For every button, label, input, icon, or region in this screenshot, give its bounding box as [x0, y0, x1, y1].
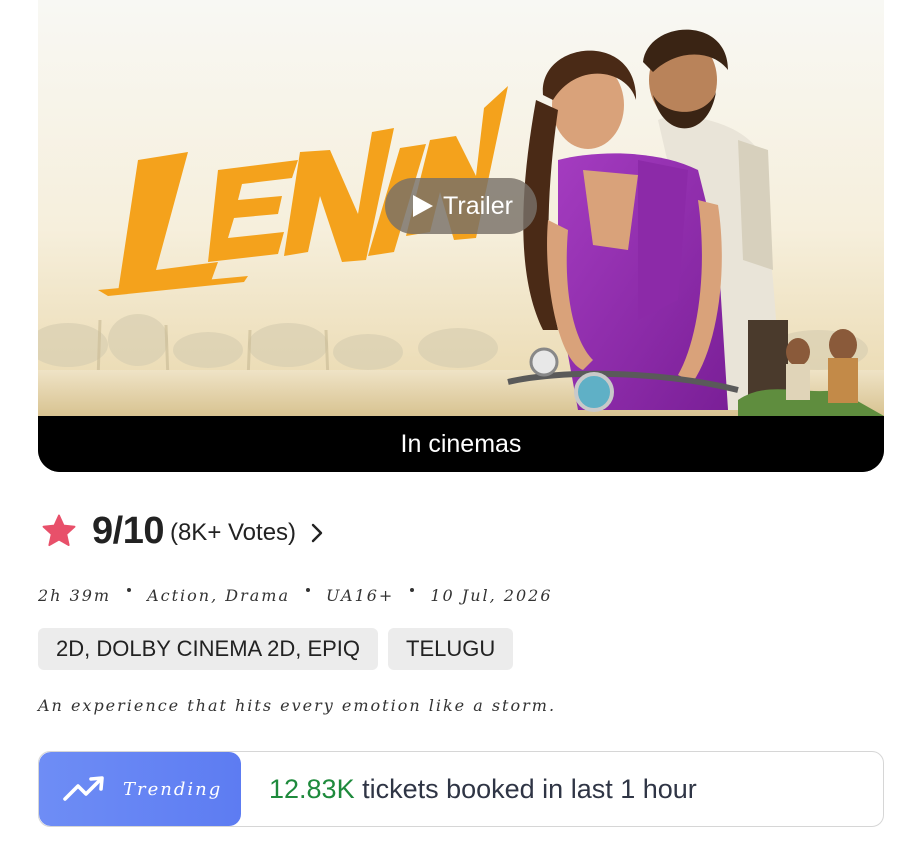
- trending-text: 12.83K tickets booked in last 1 hour: [269, 774, 697, 805]
- movie-details-page: Trailer In cinemas 9/10 (8K+ Votes) 2h 3…: [0, 0, 922, 850]
- genres: Action, Drama: [147, 585, 291, 605]
- rating-row[interactable]: 9/10 (8K+ Votes): [40, 505, 324, 557]
- play-icon: [413, 195, 434, 217]
- tagline: An experience that hits every emotion li…: [38, 696, 557, 715]
- trailer-label: Trailer: [443, 191, 513, 220]
- star-icon: [42, 514, 76, 547]
- separator-dot: [410, 588, 415, 592]
- tickets-count: 12.83K: [269, 773, 355, 804]
- movie-poster-card: Trailer In cinemas: [38, 0, 884, 472]
- poster-image[interactable]: Trailer: [38, 0, 884, 416]
- format-language-chips: 2D, DOLBY CINEMA 2D, EPIQ TELUGU: [38, 628, 514, 670]
- separator-dot: [127, 588, 132, 592]
- trailer-button[interactable]: Trailer: [385, 178, 537, 234]
- in-cinemas-bar: In cinemas: [38, 416, 884, 472]
- movie-meta: 2h 39m Action, Drama UA16+ 10 Jul, 2026: [38, 582, 553, 608]
- duration: 2h 39m: [38, 585, 112, 605]
- in-cinemas-label: In cinemas: [400, 429, 522, 458]
- trend-up-icon: [63, 776, 104, 801]
- certificate: UA16+: [326, 585, 395, 605]
- tickets-description: tickets booked in last 1 hour: [354, 773, 697, 804]
- separator-dot: [306, 588, 311, 592]
- release-date: 10 Jul, 2026: [430, 585, 553, 605]
- language-chip[interactable]: TELUGU: [388, 628, 514, 670]
- trending-card[interactable]: Trending 12.83K tickets booked in last 1…: [38, 751, 884, 827]
- trending-label: Trending: [123, 778, 223, 800]
- chevron-right-icon[interactable]: [310, 522, 324, 544]
- rating-value: 9/10: [92, 509, 164, 552]
- trending-badge: Trending: [39, 752, 241, 826]
- rating-votes: (8K+ Votes): [169, 519, 297, 546]
- format-chip[interactable]: 2D, DOLBY CINEMA 2D, EPIQ: [38, 628, 379, 670]
